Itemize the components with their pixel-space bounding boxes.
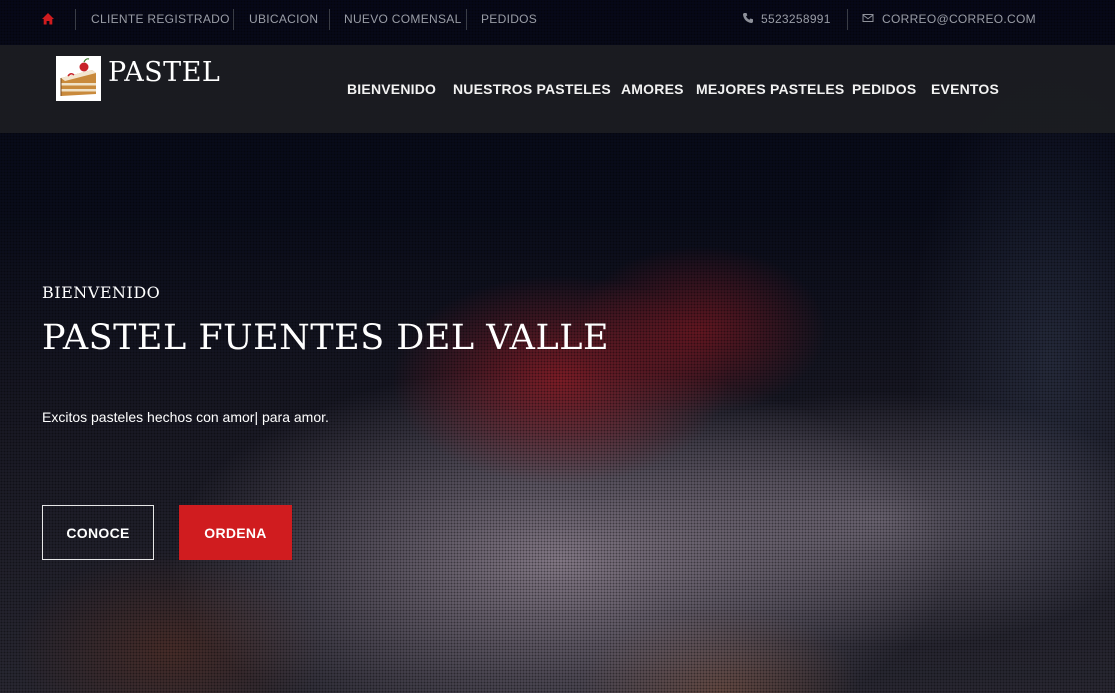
home-icon[interactable]: [41, 12, 55, 26]
topbar-link-pedidos[interactable]: PEDIDOS: [481, 12, 537, 26]
divider: [466, 9, 467, 30]
divider: [75, 9, 76, 30]
menu-item-nuestros-pasteles[interactable]: NUESTROS PASTELES: [453, 81, 611, 97]
email-address[interactable]: CORREO@CORREO.COM: [882, 12, 1036, 26]
hero-subtitle: Excitos pasteles hechos con amor| para a…: [42, 409, 329, 425]
topbar-link-cliente-registrado[interactable]: CLIENTE REGISTRADO: [91, 12, 230, 26]
topbar-link-nuevo-comensal[interactable]: NUEVO COMENSAL: [344, 12, 462, 26]
menu-item-pedidos[interactable]: PEDIDOS: [852, 81, 916, 97]
hero-eyebrow: BIENVENIDO: [42, 283, 161, 302]
phone-icon: [743, 13, 753, 23]
divider: [847, 9, 848, 30]
menu-item-eventos[interactable]: EVENTOS: [931, 81, 999, 97]
menu-item-bienvenido[interactable]: BIENVENIDO: [347, 81, 436, 97]
hero-title: PASTEL FUENTES DEL VALLE: [42, 318, 609, 358]
main-navbar: PASTEL BIENVENIDO NUESTROS PASTELES AMOR…: [0, 45, 1115, 133]
main-menu: BIENVENIDO NUESTROS PASTELES AMORES MEJO…: [0, 81, 1115, 101]
menu-item-amores[interactable]: AMORES: [621, 81, 684, 97]
envelope-icon: [862, 14, 874, 22]
top-bar: CLIENTE REGISTRADO UBICACION NUEVO COMEN…: [0, 0, 1115, 38]
topbar-link-ubicacion[interactable]: UBICACION: [249, 12, 318, 26]
divider: [233, 9, 234, 30]
menu-item-mejores-pasteles[interactable]: MEJORES PASTELES: [696, 81, 844, 97]
ordena-button[interactable]: ORDENA: [179, 505, 292, 560]
phone-number[interactable]: 5523258991: [761, 12, 831, 26]
divider: [329, 9, 330, 30]
conoce-button[interactable]: CONOCE: [42, 505, 154, 560]
